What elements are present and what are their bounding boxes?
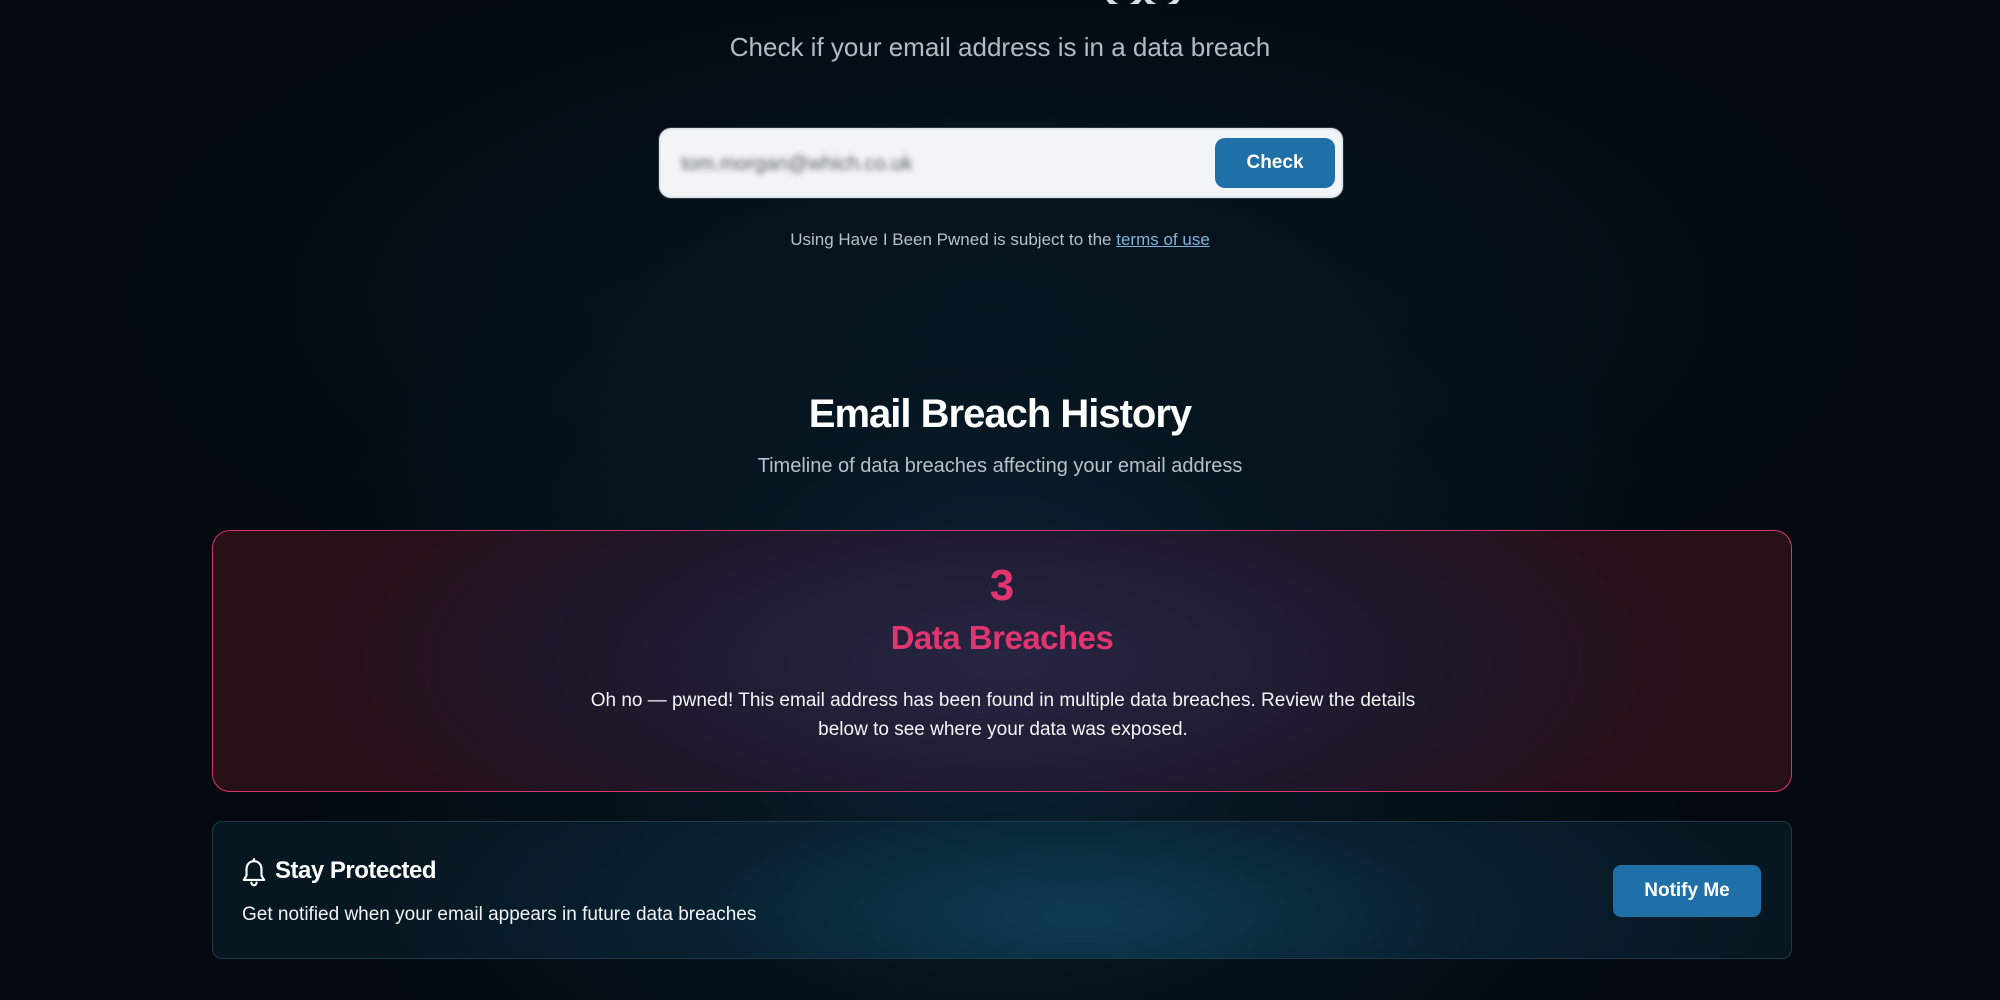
breach-count: 3 bbox=[989, 561, 1015, 610]
logo-glyph-right bbox=[1142, 0, 1180, 4]
terms-of-use-link[interactable]: terms of use bbox=[1116, 230, 1210, 249]
stay-protected-title: Stay Protected bbox=[275, 857, 437, 884]
logo-glyph-left bbox=[1104, 0, 1144, 4]
section-subtitle: Timeline of data breaches affecting your… bbox=[757, 455, 1243, 477]
check-button[interactable]: Check bbox=[1215, 138, 1335, 188]
stay-protected-card: Stay Protected Get notified when your em… bbox=[212, 821, 1792, 959]
notify-me-button[interactable]: Notify Me bbox=[1613, 865, 1761, 917]
terms-prefix: Using Have I Been Pwned is subject to th… bbox=[790, 230, 1117, 249]
breach-summary-card: 3 Data Breaches Oh no — pwned! This emai… bbox=[212, 530, 1792, 792]
search-form: Check bbox=[659, 128, 1343, 198]
logo-partial bbox=[1100, 0, 1180, 4]
stay-protected-description: Get notified when your email appears in … bbox=[242, 904, 757, 925]
section-title: Email Breach History bbox=[808, 392, 1192, 436]
breach-count-label: Data Breaches bbox=[890, 619, 1114, 656]
terms-notice: Using Have I Been Pwned is subject to th… bbox=[0, 230, 2000, 250]
hero-subtitle: Check if your email address is in a data… bbox=[729, 32, 1271, 62]
bell-icon bbox=[242, 858, 266, 887]
email-input[interactable] bbox=[679, 144, 1163, 184]
breach-message: Oh no — pwned! This email address has be… bbox=[590, 690, 1416, 740]
